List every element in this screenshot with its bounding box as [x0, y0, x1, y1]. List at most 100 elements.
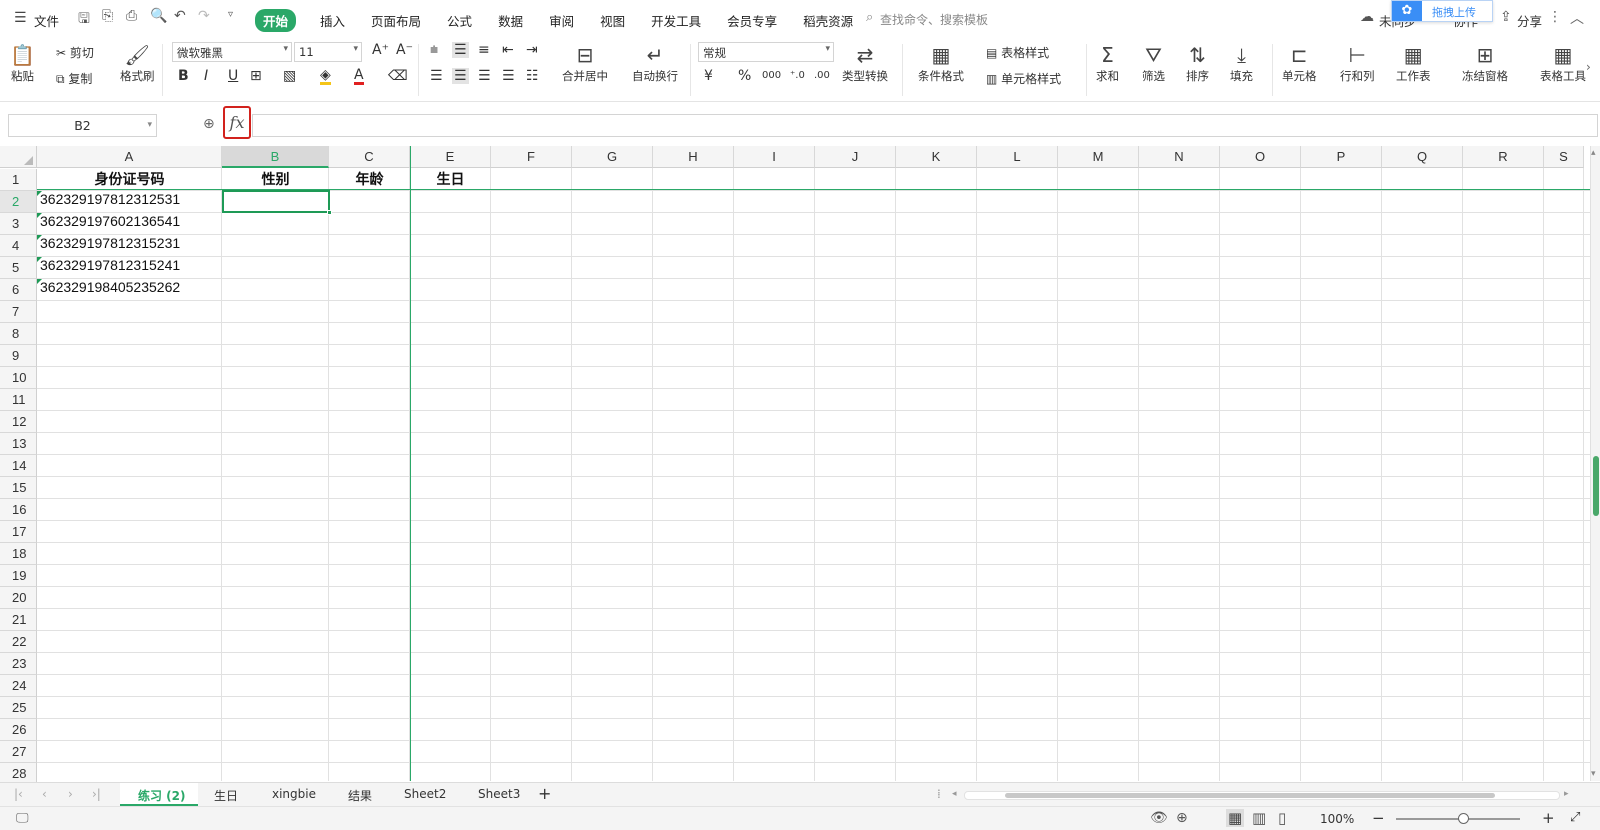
collapse-ribbon-icon[interactable]: ︿ — [1570, 8, 1584, 28]
cut-button[interactable]: ✂ 剪切 — [56, 44, 94, 61]
tab-insert[interactable]: 插入 — [320, 11, 345, 30]
zoom-in-icon[interactable]: + — [1542, 809, 1555, 827]
cell-a5[interactable]: 362329197812315241 — [40, 257, 222, 278]
command-search-input[interactable]: 查找命令、搜索模板 — [880, 11, 988, 28]
underline-icon[interactable]: U — [228, 68, 238, 84]
tab-review[interactable]: 审阅 — [549, 11, 574, 30]
font-name-select[interactable]: 微软雅黑 ▾ — [172, 42, 292, 62]
first-sheet-icon[interactable]: |‹ — [14, 787, 23, 801]
align-bottom-icon[interactable]: ≡ — [478, 42, 490, 58]
tab-home[interactable]: 开始 — [255, 9, 297, 32]
file-menu[interactable]: 文件 — [34, 11, 59, 30]
share-icon[interactable]: ⇪ — [1500, 9, 1512, 25]
percent-icon[interactable]: % — [738, 68, 751, 84]
increase-indent-icon[interactable]: ⇥ — [526, 42, 538, 58]
clear-icon[interactable]: ⌫ — [388, 68, 408, 84]
format-painter-button[interactable]: 🖌 格式刷 — [120, 42, 155, 84]
sheet-tab-sheet3[interactable]: Sheet3 — [478, 787, 520, 801]
undo-icon[interactable]: ↶ — [174, 8, 186, 24]
vertical-scrollbar[interactable]: ▴ ▾ — [1590, 146, 1600, 781]
upload-widget[interactable]: ✿ 拖拽上传 — [1391, 0, 1493, 22]
save-icon[interactable]: 🖫 — [78, 8, 90, 32]
wrap-text-button[interactable]: ↵ 自动换行 — [632, 42, 678, 84]
zoom-formula-icon[interactable]: ⊕ — [203, 116, 215, 132]
cell-a2[interactable]: 362329197812312531 — [40, 191, 222, 212]
horizontal-scrollbar[interactable] — [964, 791, 1560, 800]
align-top-icon[interactable]: ⩧ — [430, 42, 438, 58]
increase-font-icon[interactable]: A⁺ — [372, 42, 389, 58]
font-color-icon[interactable]: A — [354, 68, 364, 85]
normal-view-icon[interactable]: ▦ — [1226, 809, 1245, 827]
table-style-button[interactable]: ▤ 表格样式 — [986, 44, 1049, 61]
insert-function-button[interactable]: fx — [223, 106, 251, 139]
sheet-tab-result[interactable]: 结果 — [348, 787, 372, 804]
cell-a3[interactable]: 362329197602136541 — [40, 213, 222, 234]
share-button[interactable]: 分享 — [1517, 11, 1542, 30]
fill-button[interactable]: ⤓ 填充 — [1230, 42, 1253, 84]
export-pdf-icon[interactable]: ⎘ — [102, 8, 113, 24]
hscroll-splitter[interactable]: ⁞ — [937, 787, 941, 801]
redo-icon[interactable]: ↷ — [198, 8, 210, 24]
print-preview-icon[interactable]: 🔍 — [150, 8, 167, 24]
page-break-view-icon[interactable]: ▯ — [1278, 809, 1286, 827]
align-left-icon[interactable]: ☰ — [430, 68, 443, 84]
copy-button[interactable]: ⧉ 复制 — [56, 70, 92, 87]
distributed-icon[interactable]: ☷ — [526, 68, 539, 84]
print-icon[interactable]: ⎙ — [126, 8, 137, 24]
name-box[interactable]: B2 ▾ — [8, 114, 157, 137]
fill-pattern-icon[interactable]: ▧ — [283, 68, 296, 84]
sheet-tab-xingbie[interactable]: xingbie — [272, 787, 316, 801]
cell-a1[interactable]: 身份证号码 — [37, 169, 222, 190]
tab-page-layout[interactable]: 页面布局 — [371, 11, 421, 30]
tab-developer[interactable]: 开发工具 — [651, 11, 701, 30]
align-center-icon[interactable]: ☰ — [452, 68, 469, 84]
bold-icon[interactable]: B — [178, 68, 189, 84]
next-sheet-icon[interactable]: › — [68, 787, 73, 801]
align-middle-icon[interactable]: ☰ — [452, 42, 469, 58]
merge-center-button[interactable]: ⊟ 合并居中 — [562, 42, 608, 84]
cell-c1[interactable]: 年龄 — [329, 169, 410, 190]
scroll-up-icon[interactable]: ▴ — [1591, 148, 1596, 158]
fill-color-icon[interactable]: ◈ — [320, 68, 331, 85]
align-right-icon[interactable]: ☰ — [478, 68, 491, 84]
customize-quick-access-icon[interactable]: ▿ — [228, 9, 233, 20]
worksheet-button[interactable]: ▦ 工作表 — [1396, 42, 1431, 84]
ribbon-scroll-right-icon[interactable]: › — [1586, 60, 1591, 74]
tab-view[interactable]: 视图 — [600, 11, 625, 30]
hamburger-icon[interactable]: ☰ — [14, 10, 27, 26]
cell-style-button[interactable]: ▥ 单元格样式 — [986, 70, 1061, 87]
spreadsheet-grid[interactable]: ABCEFGHIJKLMNOPQRS 1 2 3 4 5 6 7 8 9 10 11 12 13 14 15… — [0, 146, 1600, 785]
cell-a4[interactable]: 362329197812315231 — [40, 235, 222, 256]
fullscreen-icon[interactable]: ⤢ — [1570, 810, 1580, 825]
cell-a6[interactable]: 362329198405235262 — [40, 279, 222, 300]
page-layout-view-icon[interactable]: ▥ — [1252, 809, 1266, 827]
sheet-tab-active[interactable]: 练习 (2) — [120, 783, 198, 806]
tab-data[interactable]: 数据 — [498, 11, 523, 30]
macro-record-icon[interactable]: 🖵 — [16, 811, 29, 826]
horizontal-scroll-thumb[interactable] — [1005, 793, 1495, 798]
zoom-slider[interactable] — [1396, 813, 1520, 824]
zoom-slider-thumb[interactable] — [1458, 813, 1469, 824]
sum-button[interactable]: Σ 求和 — [1096, 42, 1119, 84]
tab-formulas[interactable]: 公式 — [447, 11, 472, 30]
sheet-tab-sheet2[interactable]: Sheet2 — [404, 787, 446, 801]
zoom-out-icon[interactable]: − — [1372, 809, 1385, 827]
freeze-panes-button[interactable]: ⊞ 冻结窗格 — [1462, 42, 1508, 84]
border-icon[interactable]: ⊞ — [250, 68, 262, 84]
last-sheet-icon[interactable]: ›| — [92, 787, 101, 801]
decrease-indent-icon[interactable]: ⇤ — [502, 42, 514, 58]
scroll-left-icon[interactable]: ◂ — [952, 789, 957, 799]
prev-sheet-icon[interactable]: ‹ — [42, 787, 47, 801]
type-convert-button[interactable]: ⇄ 类型转换 — [842, 42, 888, 84]
tab-member[interactable]: 会员专享 — [727, 11, 777, 30]
more-icon[interactable]: ⋮ — [1548, 9, 1562, 25]
cell-b1[interactable]: 性别 — [222, 169, 329, 190]
rows-columns-button[interactable]: ⊢ 行和列 — [1340, 42, 1375, 84]
scroll-down-icon[interactable]: ▾ — [1591, 769, 1596, 779]
input-method-icon[interactable]: ⊕ — [1176, 810, 1188, 826]
sort-button[interactable]: ⇅ 排序 — [1186, 42, 1209, 84]
thousands-icon[interactable]: 000 — [762, 70, 781, 81]
italic-icon[interactable]: I — [204, 68, 208, 84]
scroll-right-icon[interactable]: ▸ — [1564, 789, 1569, 799]
paste-button[interactable]: 📋 粘贴 — [10, 42, 35, 84]
